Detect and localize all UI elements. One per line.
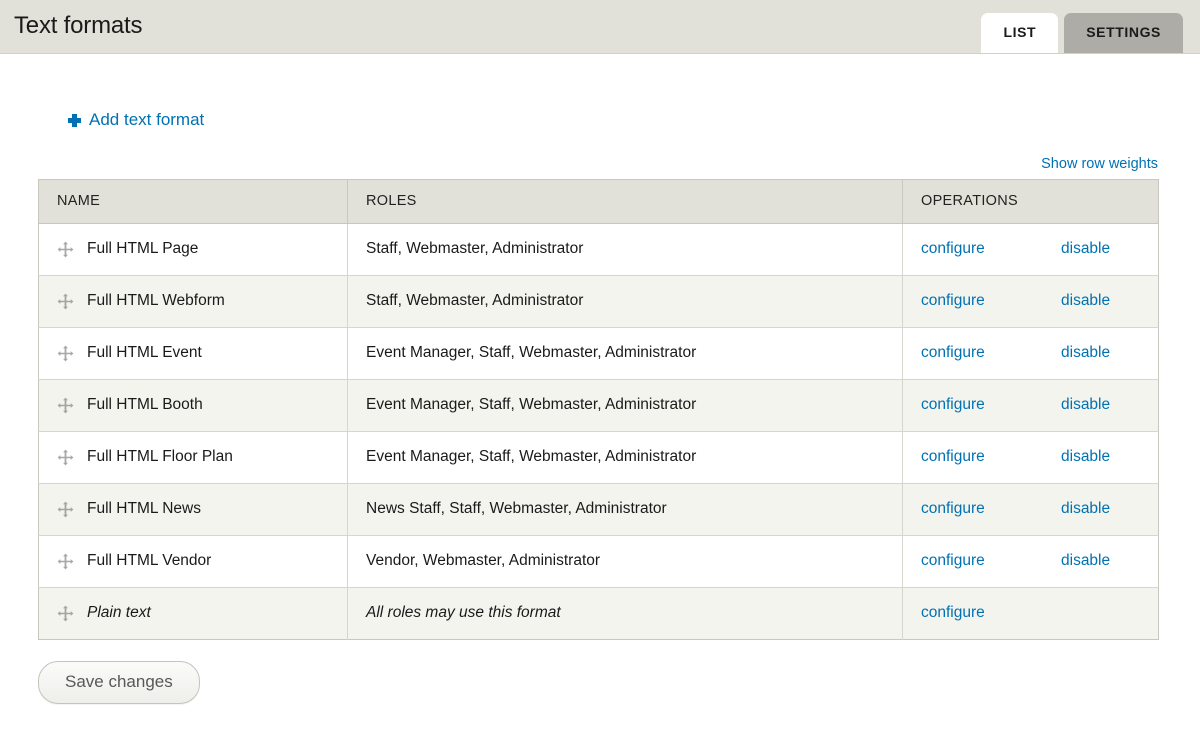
format-name-label: Full HTML Vendor xyxy=(87,552,212,569)
format-name-label: Plain text xyxy=(87,604,151,621)
disable-link[interactable]: disable xyxy=(1061,499,1110,519)
cell-format-name: Full HTML Vendor xyxy=(38,535,348,588)
disable-link[interactable]: disable xyxy=(1061,395,1110,415)
cell-operations: configure xyxy=(903,587,1159,639)
form-actions: Save changes xyxy=(0,640,1200,704)
roles-label: All roles may use this format xyxy=(366,604,561,621)
cell-operations: configure disable xyxy=(902,327,1159,380)
formats-table-wrap: NAME ROLES OPERATIONS Full HTML Page Staf… xyxy=(38,178,1159,640)
disable-link[interactable]: disable xyxy=(1061,343,1110,363)
disable-link[interactable]: disable xyxy=(1061,447,1110,467)
format-name-label: Full HTML Event xyxy=(87,344,202,361)
cell-format-name: Full HTML Page xyxy=(38,223,348,276)
cell-format-name: Full HTML Event xyxy=(38,327,348,380)
page-title: Text formats xyxy=(14,12,143,39)
text-formats-table: NAME ROLES OPERATIONS Full HTML Page Staf… xyxy=(38,178,1159,640)
table-row: Full HTML News News Staff, Staff, Webmast… xyxy=(38,483,1159,536)
roles-label: Staff, Webmaster, Administrator xyxy=(366,240,584,257)
cell-roles: News Staff, Staff, Webmaster, Administra… xyxy=(347,483,903,536)
column-header-operations: OPERATIONS xyxy=(902,179,1159,224)
configure-link[interactable]: configure xyxy=(921,603,1061,623)
table-head: NAME ROLES OPERATIONS xyxy=(38,179,1159,224)
cell-operations: configure disable xyxy=(902,483,1159,536)
content-area: Add text format Show row weights NAME RO… xyxy=(0,54,1200,704)
drag-handle-icon[interactable] xyxy=(57,449,74,466)
save-changes-button[interactable]: Save changes xyxy=(38,660,200,704)
cell-roles: Staff, Webmaster, Administrator xyxy=(347,275,903,328)
admin-header: Text formats LIST SETTINGS xyxy=(0,0,1200,54)
roles-label: Event Manager, Staff, Webmaster, Adminis… xyxy=(366,396,697,413)
configure-link[interactable]: configure xyxy=(921,395,1061,415)
format-name-label: Full HTML News xyxy=(87,500,201,517)
table-row: Full HTML Floor Plan Event Manager, Staff… xyxy=(38,431,1159,484)
configure-link[interactable]: configure xyxy=(921,291,1061,311)
roles-label: Vendor, Webmaster, Administrator xyxy=(366,552,601,569)
cell-roles: Event Manager, Staff, Webmaster, Adminis… xyxy=(347,379,903,432)
cell-format-name: Full HTML Booth xyxy=(38,379,348,432)
roles-label: Event Manager, Staff, Webmaster, Adminis… xyxy=(366,448,697,465)
cell-roles: All roles may use this format xyxy=(347,587,903,639)
configure-link[interactable]: configure xyxy=(921,343,1061,363)
cell-operations: configure disable xyxy=(902,535,1159,588)
table-body: Full HTML Page Staff, Webmaster, Administ… xyxy=(38,223,1159,639)
format-name-label: Full HTML Page xyxy=(87,240,199,257)
format-name-label: Full HTML Booth xyxy=(87,396,203,413)
configure-link[interactable]: configure xyxy=(921,551,1061,571)
format-name-label: Full HTML Floor Plan xyxy=(87,448,233,465)
roles-label: Event Manager, Staff, Webmaster, Adminis… xyxy=(366,344,697,361)
table-row: Plain text All roles may use this format c… xyxy=(38,587,1159,639)
cell-roles: Event Manager, Staff, Webmaster, Adminis… xyxy=(347,327,903,380)
cell-operations: configure disable xyxy=(902,379,1159,432)
tab-settings[interactable]: SETTINGS xyxy=(1064,13,1183,53)
table-row: Full HTML Vendor Vendor, Webmaster, Admin… xyxy=(38,535,1159,588)
disable-link[interactable]: disable xyxy=(1061,291,1110,311)
drag-handle-icon[interactable] xyxy=(57,553,74,570)
row-weights-row: Show row weights xyxy=(0,132,1200,179)
drag-handle-icon[interactable] xyxy=(57,241,74,258)
drag-handle-icon[interactable] xyxy=(57,501,74,518)
cell-roles: Event Manager, Staff, Webmaster, Adminis… xyxy=(347,431,903,484)
configure-link[interactable]: configure xyxy=(921,447,1061,467)
cell-format-name: Full HTML Webform xyxy=(38,275,348,328)
table-row: Full HTML Page Staff, Webmaster, Administ… xyxy=(38,223,1159,276)
cell-format-name: Plain text xyxy=(38,587,348,639)
plus-icon xyxy=(68,113,81,127)
add-text-format-label: Add text format xyxy=(89,110,205,129)
configure-link[interactable]: configure xyxy=(921,499,1061,519)
add-format-row: Add text format xyxy=(0,54,1200,132)
drag-handle-icon[interactable] xyxy=(57,293,74,310)
cell-operations: configure disable xyxy=(902,223,1159,276)
tab-bar: LIST SETTINGS xyxy=(981,13,1183,53)
disable-link[interactable]: disable xyxy=(1061,239,1110,259)
column-header-name: NAME xyxy=(38,179,348,224)
cell-format-name: Full HTML Floor Plan xyxy=(38,431,348,484)
cell-operations: configure disable xyxy=(902,275,1159,328)
add-text-format-link[interactable]: Add text format xyxy=(68,110,204,130)
drag-handle-icon[interactable] xyxy=(57,397,74,414)
roles-label: Staff, Webmaster, Administrator xyxy=(366,292,584,309)
column-header-roles: ROLES xyxy=(347,179,903,224)
table-row: Full HTML Webform Staff, Webmaster, Admin… xyxy=(38,275,1159,328)
roles-label: News Staff, Staff, Webmaster, Administra… xyxy=(366,500,667,517)
disable-link[interactable]: disable xyxy=(1061,551,1110,571)
format-name-label: Full HTML Webform xyxy=(87,292,225,309)
cell-roles: Staff, Webmaster, Administrator xyxy=(347,223,903,276)
cell-format-name: Full HTML News xyxy=(38,483,348,536)
show-row-weights-link[interactable]: Show row weights xyxy=(1041,156,1158,172)
table-row: Full HTML Event Event Manager, Staff, Web… xyxy=(38,327,1159,380)
drag-handle-icon[interactable] xyxy=(57,605,74,622)
table-row: Full HTML Booth Event Manager, Staff, Web… xyxy=(38,379,1159,432)
table-header-row: NAME ROLES OPERATIONS xyxy=(38,179,1159,224)
tab-list[interactable]: LIST xyxy=(981,13,1059,53)
drag-handle-icon[interactable] xyxy=(57,345,74,362)
configure-link[interactable]: configure xyxy=(921,239,1061,259)
cell-operations: configure disable xyxy=(902,431,1159,484)
cell-roles: Vendor, Webmaster, Administrator xyxy=(347,535,903,588)
